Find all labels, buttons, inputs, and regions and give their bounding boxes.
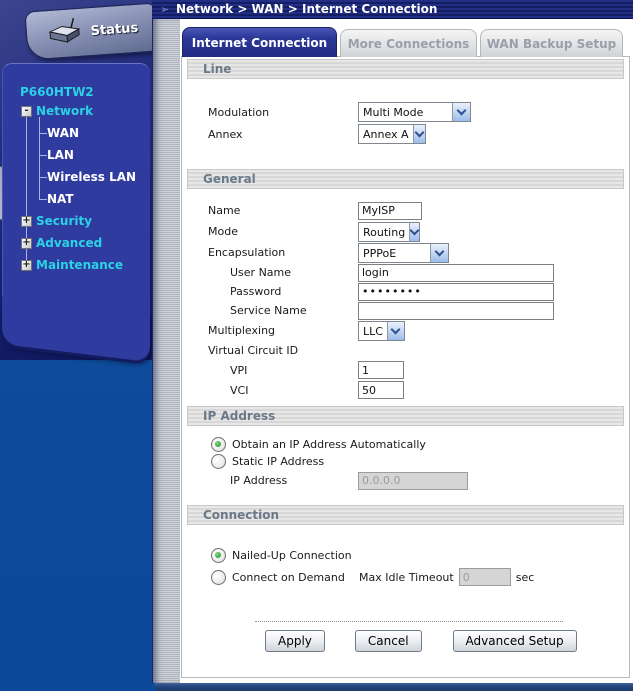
password-label: Password <box>187 285 358 298</box>
annex-label: Annex <box>187 128 358 141</box>
maintenance-expand-box[interactable]: + <box>21 260 32 271</box>
max-idle-timeout-label: Max Idle Timeout <box>359 571 454 584</box>
encapsulation-label: Encapsulation <box>187 246 358 259</box>
mode-label: Mode <box>187 225 358 238</box>
mode-selected-value: Routing <box>359 223 409 241</box>
sidebar-item-network[interactable]: Network <box>36 104 93 118</box>
vci-input[interactable] <box>358 381 404 399</box>
device-name: P660HTW2 <box>20 85 94 99</box>
section-header-general: General <box>187 169 624 189</box>
modulation-selected-value: Multi Mode <box>359 103 427 121</box>
mode-select[interactable]: Routing <box>358 222 420 242</box>
navigation-tree: P660HTW2 - Network WAN LAN Wireless LAN … <box>0 0 152 360</box>
service-name-input[interactable] <box>358 302 554 320</box>
annex-selected-value: Annex A <box>359 125 413 143</box>
encapsulation-select[interactable]: PPPoE <box>358 243 449 263</box>
sidebar-background-bottom <box>0 360 152 691</box>
breadcrumb-icon: ➢ <box>160 3 169 16</box>
vpi-input[interactable] <box>358 361 404 379</box>
button-separator <box>255 621 563 622</box>
vpi-label: VPI <box>187 364 358 377</box>
max-idle-timeout-input <box>459 568 511 586</box>
dropdown-arrow-icon[interactable] <box>413 125 425 143</box>
static-ip-label: Static IP Address <box>232 455 324 468</box>
multiplexing-selected-value: LLC <box>359 322 387 340</box>
service-name-label: Service Name <box>187 304 358 317</box>
tree-tick-lan <box>39 155 47 156</box>
tab-wan-backup-setup[interactable]: WAN Backup Setup <box>480 29 623 57</box>
multiplexing-label: Multiplexing <box>187 324 358 337</box>
section-header-ip-address: IP Address <box>187 406 624 426</box>
connect-on-demand-radio[interactable] <box>211 570 226 585</box>
tab-bar: Internet Connection More Connections WAN… <box>182 27 623 57</box>
main-content: Internet Connection More Connections WAN… <box>180 19 633 683</box>
breadcrumb-bar: ➢ Network > WAN > Internet Connection <box>152 0 633 19</box>
ip-address-label: IP Address <box>187 474 358 487</box>
sidebar-item-nat[interactable]: NAT <box>47 192 74 206</box>
static-ip-radio[interactable] <box>211 454 226 469</box>
sidebar-item-advanced[interactable]: Advanced <box>36 236 102 250</box>
breadcrumb: Network > WAN > Internet Connection <box>176 2 437 16</box>
vci-label: VCI <box>187 384 358 397</box>
annex-select[interactable]: Annex A <box>358 124 426 144</box>
bottom-bar <box>155 683 633 691</box>
nailed-up-label: Nailed-Up Connection <box>232 549 352 562</box>
advanced-expand-box[interactable]: + <box>21 238 32 249</box>
dropdown-arrow-icon[interactable] <box>430 244 448 262</box>
tree-tick-nat <box>39 199 47 200</box>
sidebar-content-gutter <box>152 19 180 683</box>
sidebar: Status P660HTW2 - Network WAN LAN Wirele… <box>0 0 152 691</box>
name-label: Name <box>187 204 358 217</box>
obtain-ip-auto-radio[interactable] <box>211 437 226 452</box>
sidebar-item-wan[interactable]: WAN <box>47 126 79 140</box>
user-name-label: User Name <box>187 266 358 279</box>
network-collapse-box[interactable]: - <box>21 106 32 117</box>
encapsulation-selected-value: PPPoE <box>359 244 400 262</box>
name-input[interactable] <box>358 202 422 220</box>
section-header-connection: Connection <box>187 505 624 525</box>
tree-line-vertical-children <box>39 117 40 199</box>
tree-tick-wan <box>39 133 47 134</box>
dropdown-arrow-icon[interactable] <box>409 223 419 241</box>
cancel-button[interactable]: Cancel <box>355 630 422 652</box>
button-row: Apply Cancel Advanced Setup <box>187 630 624 652</box>
sidebar-item-maintenance[interactable]: Maintenance <box>36 258 123 272</box>
section-header-line: Line <box>187 59 624 79</box>
apply-button[interactable]: Apply <box>265 630 325 652</box>
sidebar-item-security[interactable]: Security <box>36 214 92 228</box>
tab-internet-connection[interactable]: Internet Connection <box>182 27 337 57</box>
password-input[interactable] <box>358 283 554 301</box>
nailed-up-radio[interactable] <box>211 548 226 563</box>
form-panel: Line Modulation Multi Mode Annex Annex A… <box>181 56 630 678</box>
modulation-label: Modulation <box>187 106 358 119</box>
user-name-input[interactable] <box>358 264 554 282</box>
dropdown-arrow-icon[interactable] <box>452 103 470 121</box>
virtual-circuit-id-label: Virtual Circuit ID <box>187 344 358 357</box>
advanced-setup-button[interactable]: Advanced Setup <box>453 630 577 652</box>
sidebar-item-wireless-lan[interactable]: Wireless LAN <box>47 170 136 184</box>
dropdown-arrow-icon[interactable] <box>387 322 404 340</box>
connect-on-demand-label: Connect on Demand <box>232 571 345 584</box>
sidebar-item-lan[interactable]: LAN <box>47 148 74 162</box>
security-expand-box[interactable]: + <box>21 216 32 227</box>
max-idle-timeout-unit: sec <box>516 571 535 584</box>
tab-more-connections[interactable]: More Connections <box>340 29 477 57</box>
ip-address-input <box>358 472 468 490</box>
tree-tick-wlan <box>39 177 47 178</box>
obtain-ip-auto-label: Obtain an IP Address Automatically <box>232 438 426 451</box>
modulation-select[interactable]: Multi Mode <box>358 102 471 122</box>
multiplexing-select[interactable]: LLC <box>358 321 405 341</box>
